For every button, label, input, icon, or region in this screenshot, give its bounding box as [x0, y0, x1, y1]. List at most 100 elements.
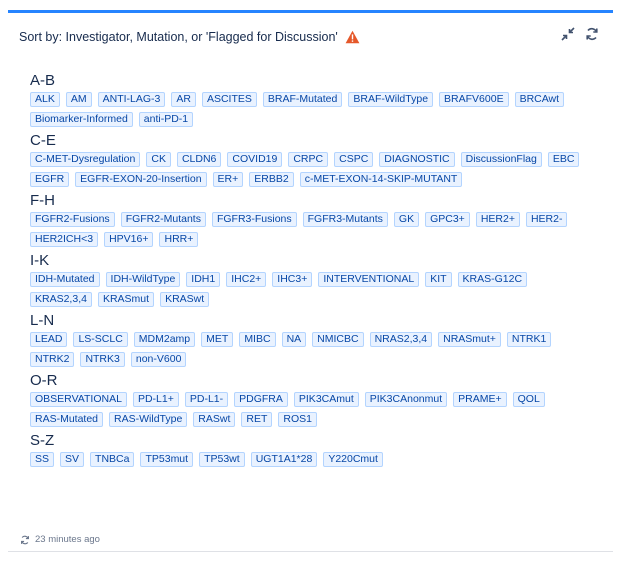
tag-label[interactable]: ASCITES	[201, 92, 257, 107]
tag-label[interactable]: IDH1	[186, 272, 221, 287]
tag-label[interactable]: RAS-WildType	[109, 412, 188, 427]
tag-label[interactable]: SS	[30, 452, 55, 467]
refresh-icon[interactable]	[585, 27, 599, 41]
tag-label[interactable]: BRAF-Mutated	[262, 92, 343, 107]
tag-label[interactable]: NMICBC	[312, 332, 364, 347]
tag-label[interactable]: PD-L1+	[132, 392, 179, 407]
group-title: O-R	[30, 372, 58, 389]
tag-label[interactable]: RASwt	[193, 412, 236, 427]
tag-label[interactable]: FGFR3-Fusions	[211, 212, 297, 227]
tag-groups: A-B ALK AM ANTI-LAG-3 AR ASCITES BRAF-Mutated B…	[30, 71, 590, 471]
tag-label[interactable]: TNBCa	[90, 452, 135, 467]
tag-label[interactable]: AM	[65, 92, 92, 107]
tag-label[interactable]: TP53mut	[140, 452, 194, 467]
tag-label[interactable]: Y220Cmut	[323, 452, 383, 467]
tag-label[interactable]: c-MET-EXON-14-SKIP-MUTANT	[299, 172, 463, 187]
tag-label[interactable]: KRASmut	[97, 292, 155, 307]
tag-label[interactable]: CLDN6	[176, 152, 222, 167]
tag-label[interactable]: KRASwt	[160, 292, 210, 307]
tag-label[interactable]: KRAS-G12C	[457, 272, 528, 287]
tag-label[interactable]: NTRK2	[30, 352, 75, 367]
tag-label[interactable]: PRAME+	[453, 392, 507, 407]
tag-label[interactable]: FGFR3-Mutants	[302, 212, 388, 227]
tag-label[interactable]: SV	[60, 452, 85, 467]
tag-label[interactable]: GPC3+	[425, 212, 470, 227]
group-title: F-H	[30, 192, 55, 209]
tag-list: IDH-Mutated IDH-WildType IDH1 IHC2+ IHC3+ INT…	[30, 272, 590, 307]
tag-label[interactable]: MIBC	[239, 332, 276, 347]
tag-label[interactable]: TP53wt	[199, 452, 245, 467]
group-title: A-B	[30, 72, 56, 89]
tag-label[interactable]: HER2+	[475, 212, 520, 227]
tag-label[interactable]: MDM2amp	[133, 332, 196, 347]
tag-label[interactable]: IDH-Mutated	[30, 272, 100, 287]
tag-label[interactable]: IHC3+	[272, 272, 313, 287]
tag-label[interactable]: PIK3CAnonmut	[364, 392, 448, 407]
tag-label[interactable]: PIK3CAmut	[293, 392, 359, 407]
tag-label[interactable]: MET	[201, 332, 234, 347]
tag-label[interactable]: LS-SCLC	[73, 332, 128, 347]
tag-label[interactable]: ERBB2	[249, 172, 294, 187]
tag-label[interactable]: CSPC	[334, 152, 374, 167]
tag-label[interactable]: EGFR	[30, 172, 70, 187]
tag-list: SS SV TNBCa TP53mut TP53wt UGT1A1*28 Y220Cmut	[30, 452, 590, 467]
tag-label[interactable]: C-MET-Dysregulation	[30, 152, 141, 167]
tag-label[interactable]: ALK	[30, 92, 60, 107]
tag-label[interactable]: HRR+	[159, 232, 199, 247]
tag-label[interactable]: NTRK3	[80, 352, 125, 367]
tag-label[interactable]: UGT1A1*28	[250, 452, 318, 467]
tag-label[interactable]: KIT	[425, 272, 452, 287]
tag-label[interactable]: ANTI-LAG-3	[97, 92, 166, 107]
tag-label[interactable]: BRAFV600E	[439, 92, 509, 107]
group-title: I-K	[30, 252, 50, 269]
tag-label[interactable]: INTERVENTIONAL	[318, 272, 420, 287]
tag-label[interactable]: OBSERVATIONAL	[30, 392, 127, 407]
tag-label[interactable]: CRPC	[288, 152, 329, 167]
tag-label[interactable]: GK	[393, 212, 420, 227]
tag-list: LEAD LS-SCLC MDM2amp MET MIBC NA NMICBC NRAS2,3…	[30, 332, 590, 367]
tag-label[interactable]: COVID19	[227, 152, 283, 167]
tag-label[interactable]: KRAS2,3,4	[30, 292, 92, 307]
tag-label[interactable]: anti-PD-1	[138, 112, 194, 127]
refresh-small-icon[interactable]	[20, 535, 30, 545]
tag-label[interactable]: FGFR2-Mutants	[120, 212, 206, 227]
tag-label[interactable]: PD-L1-	[184, 392, 229, 407]
tag-label[interactable]: RAS-Mutated	[30, 412, 104, 427]
tag-label[interactable]: ER+	[212, 172, 244, 187]
tag-label[interactable]: IDH-WildType	[105, 272, 181, 287]
tag-label[interactable]: non-V600	[130, 352, 187, 367]
tag-label[interactable]: NRAS2,3,4	[369, 332, 433, 347]
tag-label[interactable]: HPV16+	[104, 232, 154, 247]
tag-label[interactable]: HER2ICH<3	[30, 232, 99, 247]
group-title: C-E	[30, 132, 56, 149]
gadget-title: Sort by: Investigator, Mutation, or 'Fla…	[19, 30, 338, 44]
collapse-icon[interactable]	[561, 27, 575, 41]
tag-label[interactable]: FGFR2-Fusions	[30, 212, 115, 227]
tag-label[interactable]: Biomarker-Informed	[30, 112, 133, 127]
tag-label[interactable]: LEAD	[30, 332, 68, 347]
warning-icon[interactable]	[345, 30, 360, 44]
tag-label[interactable]: NA	[281, 332, 307, 347]
tag-list: OBSERVATIONAL PD-L1+ PD-L1- PDGFRA PIK3CAmut…	[30, 392, 590, 427]
tag-label[interactable]: EGFR-EXON-20-Insertion	[75, 172, 207, 187]
tag-label[interactable]: AR	[171, 92, 196, 107]
tag-label[interactable]: EBC	[547, 152, 580, 167]
tag-label[interactable]: BRCAwt	[514, 92, 565, 107]
tag-label[interactable]: CK	[146, 152, 171, 167]
tag-label[interactable]: RET	[241, 412, 273, 427]
gadget-panel: Sort by: Investigator, Mutation, or 'Fla…	[8, 10, 613, 552]
tag-label[interactable]: DiscussionFlag	[460, 152, 542, 167]
tag-label[interactable]: ROS1	[278, 412, 317, 427]
group-title: L-N	[30, 312, 55, 329]
tag-list: C-MET-Dysregulation CK CLDN6 COVID19 CRPC CSP…	[30, 152, 590, 187]
tag-label[interactable]: NTRK1	[506, 332, 552, 347]
tag-label[interactable]: PDGFRA	[234, 392, 288, 407]
tag-label[interactable]: BRAF-WildType	[348, 92, 434, 107]
tag-list: FGFR2-Fusions FGFR2-Mutants FGFR3-Fusions F…	[30, 212, 590, 247]
tag-label[interactable]: HER2-	[525, 212, 568, 227]
group-title: S-Z	[30, 432, 55, 449]
tag-label[interactable]: DIAGNOSTIC	[379, 152, 455, 167]
tag-label[interactable]: NRASmut+	[438, 332, 501, 347]
tag-label[interactable]: IHC2+	[226, 272, 267, 287]
tag-label[interactable]: QOL	[512, 392, 545, 407]
